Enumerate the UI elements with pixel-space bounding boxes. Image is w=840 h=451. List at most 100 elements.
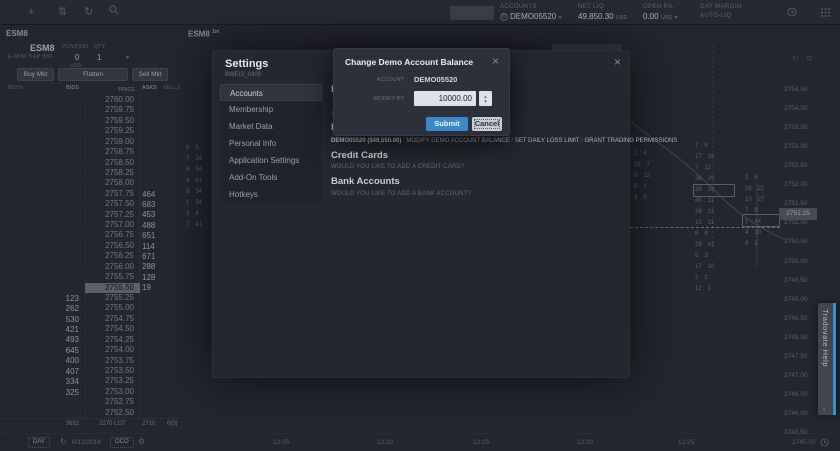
ladder-cell-bids[interactable]: 334: [35, 377, 85, 386]
sync-icon[interactable]: ↻: [84, 5, 93, 19]
ladder-cell-bids[interactable]: 123: [35, 294, 85, 303]
flatten-button[interactable]: Flatten: [58, 68, 128, 81]
ladder-cell-price[interactable]: 2756.00: [85, 262, 140, 272]
ladder-row[interactable]: 2759.75: [0, 105, 185, 115]
ladder-row[interactable]: 2756.25671: [0, 251, 185, 261]
ladder-cell-price[interactable]: 2758.00: [85, 178, 140, 188]
ladder-cell-price[interactable]: 2752.75: [85, 397, 140, 407]
ladder-cell-price[interactable]: 2756.25: [85, 251, 140, 261]
settings-nav-add-on-tools[interactable]: Add-On Tools: [220, 169, 322, 186]
openpl-group[interactable]: Open P/L 0.00 USD ▾: [643, 4, 678, 21]
ladder-row[interactable]: 4002753.75: [0, 356, 185, 366]
ladder-cell-asks[interactable]: 19: [140, 283, 163, 292]
settings-nav-application-settings[interactable]: Application Settings: [220, 152, 322, 169]
ladder-cell-price[interactable]: 2759.50: [85, 116, 140, 126]
ladder-cell-price[interactable]: 2752.50: [85, 408, 140, 418]
ladder-cell-price[interactable]: 2753.25: [85, 376, 140, 386]
refresh-icon[interactable]: ↻: [60, 437, 67, 447]
spinner-down-icon[interactable]: ▼: [483, 99, 487, 104]
transfer-icon[interactable]: ⇅: [58, 5, 67, 19]
ladder-row[interactable]: 2752.75: [0, 397, 185, 407]
ladder-row[interactable]: 2756.00288: [0, 262, 185, 272]
ladder-row[interactable]: 2760.00: [0, 95, 185, 105]
ladder-cell-price[interactable]: 2760.00: [85, 95, 140, 105]
ladder-cell-bids[interactable]: 407: [35, 367, 85, 376]
ladder-row[interactable]: 6452754.00: [0, 345, 185, 355]
ladder-cell-price[interactable]: 2756.75: [85, 230, 140, 240]
ladder-row[interactable]: 2752.50: [0, 408, 185, 418]
ladder-cell-price[interactable]: 2754.00: [85, 345, 140, 355]
chart-settings-gear-icon[interactable]: ⚙: [806, 54, 813, 63]
modify-amount-input[interactable]: [414, 91, 476, 106]
ladder-row[interactable]: 2758.50: [0, 158, 185, 168]
ladder-cell-bids[interactable]: 645: [35, 346, 85, 355]
settings-nav-market-data[interactable]: Market Data: [220, 118, 322, 135]
settings-nav-hotkeys[interactable]: Hotkeys: [220, 186, 322, 203]
ladder-cell-bids[interactable]: 493: [35, 335, 85, 344]
demo-account-link[interactable]: GRANT TRADING PERMISSIONS: [585, 138, 678, 144]
submit-button[interactable]: Submit: [426, 117, 468, 131]
ladder-row[interactable]: 2757.50683: [0, 199, 185, 209]
ladder-row[interactable]: 2622755.00: [0, 303, 185, 313]
ladder-row[interactable]: 4212754.50: [0, 324, 185, 334]
ladder-row[interactable]: 2756.75651: [0, 230, 185, 240]
chart-refresh-icon[interactable]: ↻: [792, 54, 799, 63]
ladder-row[interactable]: 2758.25: [0, 168, 185, 178]
ladder-cell-price[interactable]: 2755.00: [85, 303, 140, 313]
ladder-cell-asks[interactable]: 671: [140, 252, 163, 261]
tradovate-help-tab[interactable]: Tradovate Help ‹: [818, 303, 836, 415]
ladder-row[interactable]: 4072753.50: [0, 366, 185, 376]
ladder-row[interactable]: 2755.5019: [0, 283, 185, 293]
ladder-row[interactable]: 2758.75: [0, 147, 185, 157]
ladder-cell-bids[interactable]: 530: [35, 315, 85, 324]
ladder-cell-bids[interactable]: 421: [35, 325, 85, 334]
ladder-row[interactable]: 3342753.25: [0, 376, 185, 386]
ladder-cell-asks[interactable]: 683: [140, 200, 163, 209]
settings-nav-personal-info[interactable]: Personal Info: [220, 135, 322, 152]
ladder-cell-price[interactable]: 2758.50: [85, 158, 140, 168]
ladder-cell-price[interactable]: 2755.75: [85, 272, 140, 282]
settings-nav-membership[interactable]: Membership: [220, 101, 322, 118]
ladder-cell-bids[interactable]: 262: [35, 304, 85, 313]
close-icon[interactable]: ×: [614, 56, 621, 68]
ladder-row[interactable]: 2757.75464: [0, 189, 185, 199]
ladder-cell-price[interactable]: 2755.25: [85, 293, 140, 303]
sell-mkt-button[interactable]: Sell Mkt: [132, 68, 168, 81]
ladder-cell-price[interactable]: 2755.50: [85, 283, 140, 293]
settings-nav-accounts[interactable]: Accounts: [220, 84, 322, 101]
ladder-row[interactable]: 5302754.75: [0, 314, 185, 324]
ladder-cell-price[interactable]: 2757.75: [85, 189, 140, 199]
ladder-cell-price[interactable]: 2754.75: [85, 314, 140, 324]
chevron-down-icon[interactable]: ▾: [126, 54, 129, 61]
ladder-cell-bids[interactable]: 400: [35, 356, 85, 365]
oco-badge[interactable]: OCO: [110, 437, 134, 448]
ladder-cell-price[interactable]: 2757.00: [85, 220, 140, 230]
ladder-row[interactable]: 2757.25453: [0, 210, 185, 220]
header-button[interactable]: [450, 6, 494, 20]
ladder-cell-asks[interactable]: 128: [140, 273, 163, 282]
ladder-row[interactable]: 2759.50: [0, 116, 185, 126]
apps-grid-icon[interactable]: [820, 7, 831, 22]
search-icon[interactable]: [109, 5, 119, 19]
chart-timeframe[interactable]: 1m: [212, 29, 219, 35]
ladder-row[interactable]: 2756.50114: [0, 241, 185, 251]
ladder-cell-price[interactable]: 2756.50: [85, 241, 140, 251]
cancel-button[interactable]: Cancel: [472, 117, 502, 131]
ladder-row[interactable]: 2755.75128: [0, 272, 185, 282]
ladder-cell-price[interactable]: 2754.25: [85, 335, 140, 345]
ladder-cell-price[interactable]: 2757.25: [85, 210, 140, 220]
ladder-cell-price[interactable]: 2753.75: [85, 356, 140, 366]
qty-stepper[interactable]: 1: [97, 53, 101, 62]
ladder-row[interactable]: 4932754.25: [0, 335, 185, 345]
ladder-cell-price[interactable]: 2759.00: [85, 137, 140, 147]
ladder-cell-asks[interactable]: 453: [140, 210, 163, 219]
ladder-cell-price[interactable]: 2757.50: [85, 199, 140, 209]
ladder-row[interactable]: 2759.25: [0, 126, 185, 136]
close-icon[interactable]: ×: [492, 55, 499, 67]
ladder-cell-price[interactable]: 2758.25: [85, 168, 140, 178]
tif-day-badge[interactable]: DAY: [28, 437, 50, 448]
ladder-cell-asks[interactable]: 114: [140, 242, 163, 251]
plus-icon[interactable]: +: [28, 5, 34, 19]
ladder-cell-price[interactable]: 2754.50: [85, 324, 140, 334]
ladder-row[interactable]: 2759.00: [0, 137, 185, 147]
